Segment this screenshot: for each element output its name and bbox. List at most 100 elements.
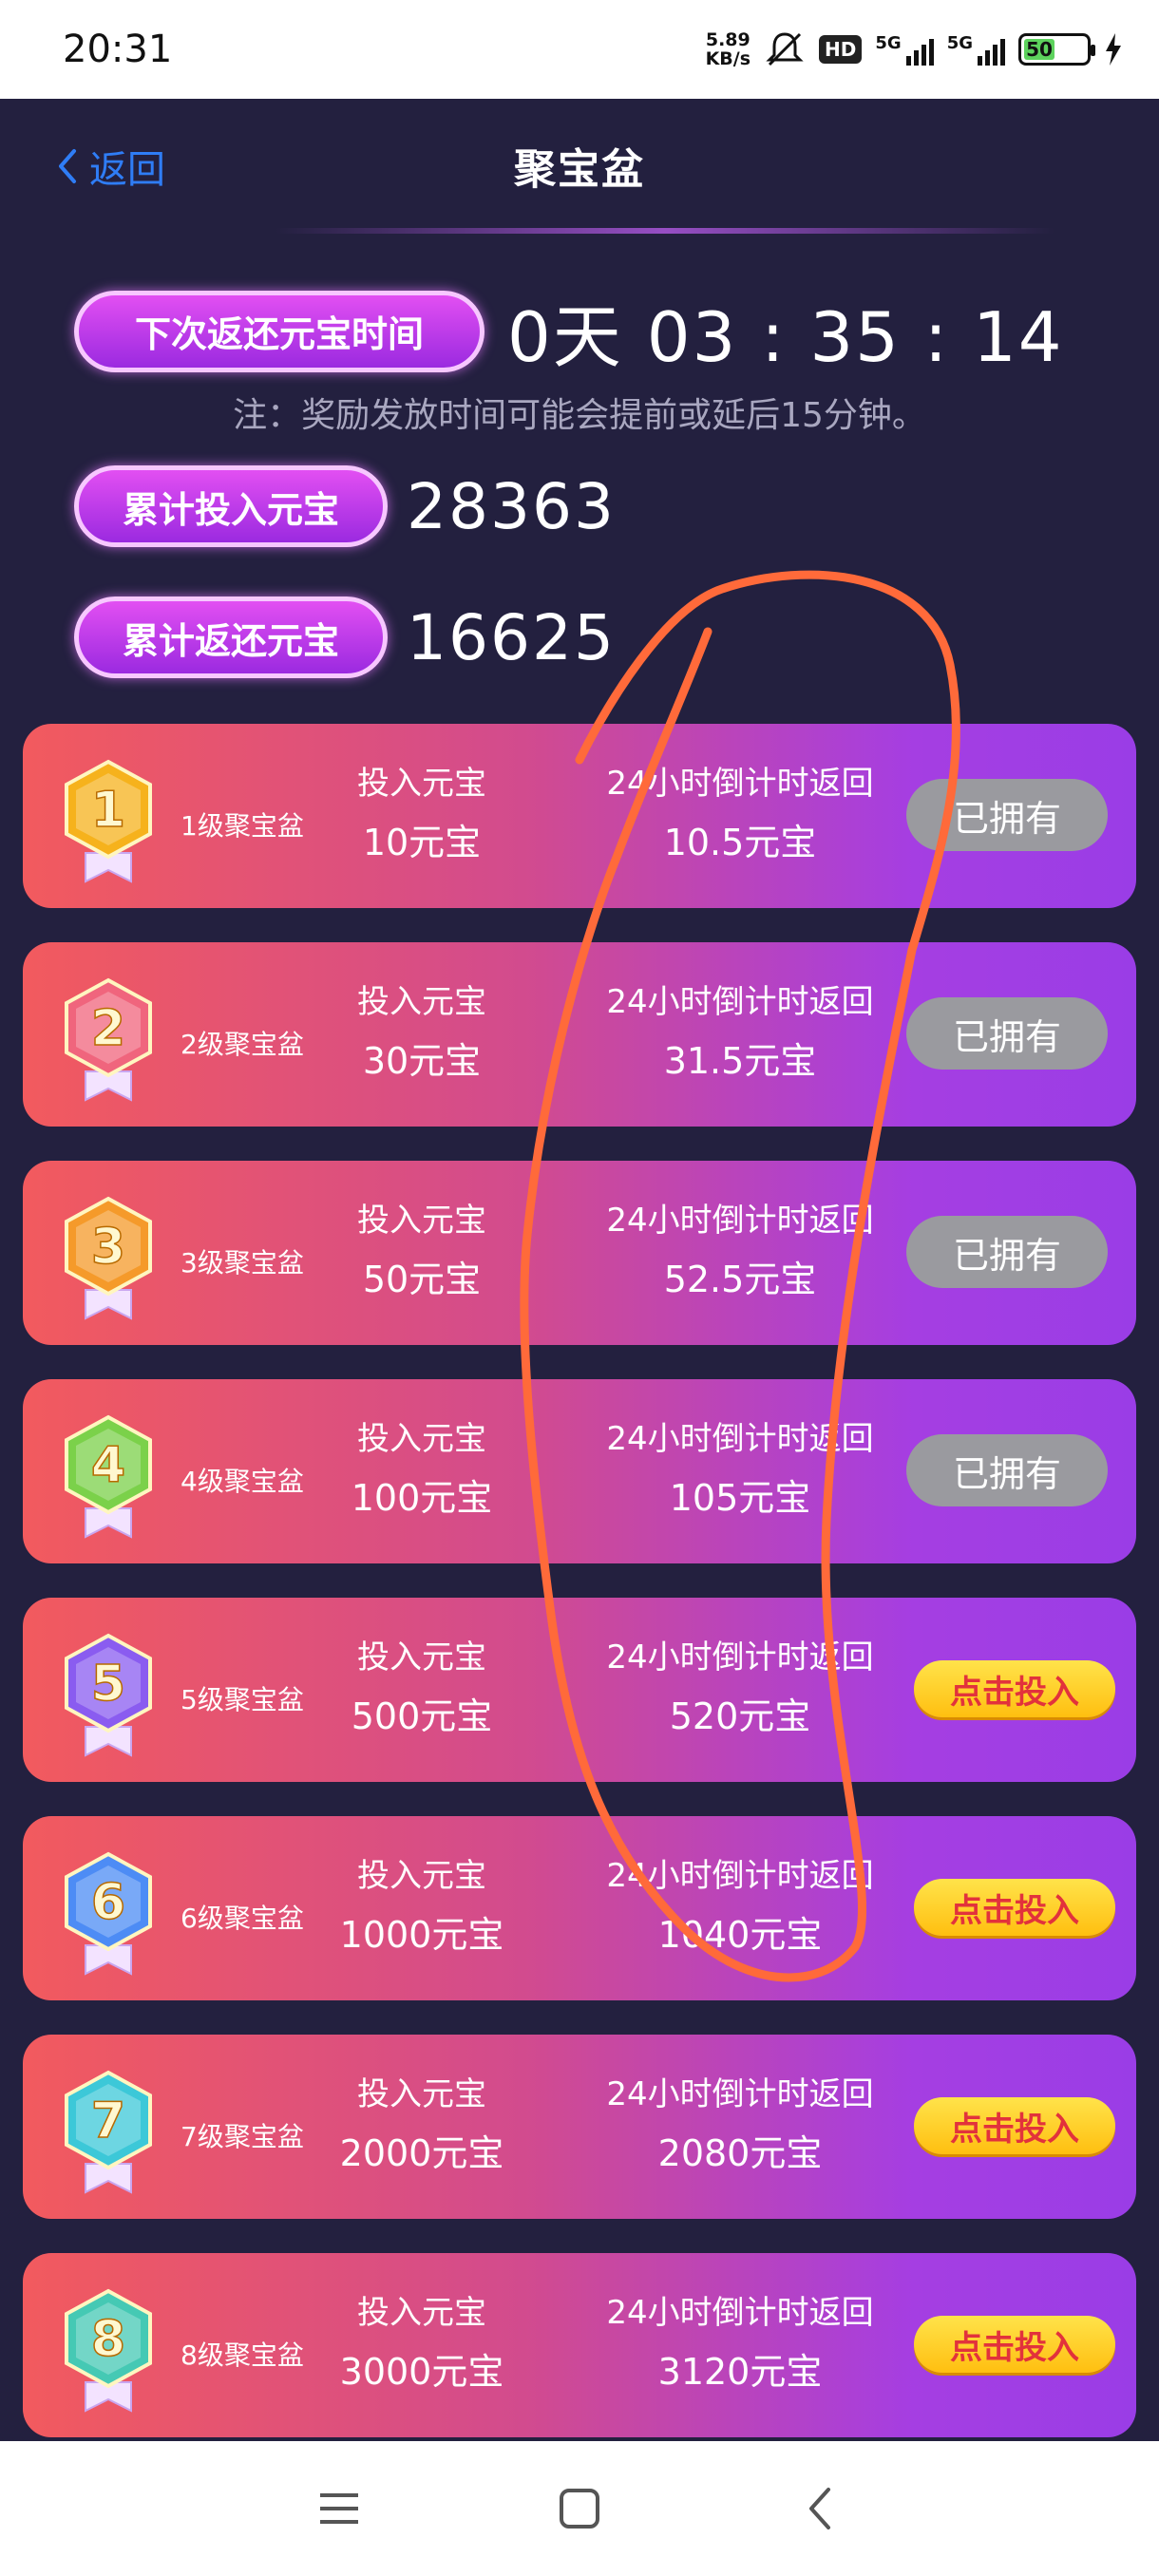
invest-column: 投入元宝 30元宝 [308, 980, 536, 1089]
return-label: 24小时倒计时返回 [606, 1202, 874, 1240]
owned-button: 已拥有 [906, 997, 1108, 1070]
level-badge-number: 3 [91, 1219, 125, 1276]
invest-column: 投入元宝 3000元宝 [308, 2291, 536, 2399]
invest-label: 投入元宝 [357, 2075, 486, 2113]
level-badge-icon: 4 [65, 1414, 152, 1539]
invest-column: 投入元宝 10元宝 [308, 762, 536, 870]
invest-button[interactable]: 点击投入 [914, 1879, 1115, 1936]
return-column: 24小时倒计时返回 31.5元宝 [560, 980, 921, 1089]
return-value: 2080元宝 [657, 2132, 823, 2174]
invest-button[interactable]: 点击投入 [914, 2097, 1115, 2154]
return-column: 24小时倒计时返回 10.5元宝 [560, 762, 921, 870]
invest-column: 投入元宝 2000元宝 [308, 2073, 536, 2181]
invest-label: 投入元宝 [357, 765, 486, 803]
status-bar: 20:31 5.89 KB/s HD 5G 5G 50 [0, 0, 1159, 99]
nav-back-button[interactable] [782, 2471, 858, 2547]
level-name: 8级聚宝盆 [180, 2339, 304, 2371]
invest-button[interactable]: 点击投入 [914, 2316, 1115, 2373]
invest-value: 10元宝 [362, 822, 482, 863]
return-label: 24小时倒计时返回 [606, 983, 874, 1021]
next-return-row: 下次返还元宝时间 0天 03 : 35 : 14 [74, 281, 1064, 381]
level-card: 7 7级聚宝盆 投入元宝 2000元宝 24小时倒计时返回 2080元宝 点击投… [23, 2035, 1136, 2219]
countdown-timer: 0天 03 : 35 : 14 [507, 297, 1064, 377]
invest-value: 3000元宝 [339, 2351, 504, 2393]
level-badge-icon: 6 [65, 1851, 152, 1976]
square-home-icon [559, 2489, 599, 2529]
invest-column: 投入元宝 1000元宝 [308, 1854, 536, 1962]
level-card: 2 2级聚宝盆 投入元宝 30元宝 24小时倒计时返回 31.5元宝 已拥有 [23, 942, 1136, 1127]
invest-button[interactable]: 点击投入 [914, 1660, 1115, 1717]
page-header: 返回 聚宝盆 [0, 99, 1159, 234]
level-name: 4级聚宝盆 [180, 1466, 304, 1497]
level-name: 7级聚宝盆 [180, 2121, 304, 2152]
total-invested-value: 28363 [407, 469, 616, 543]
owned-button: 已拥有 [906, 779, 1108, 851]
total-returned-row: 累计返还元宝 16625 [74, 597, 616, 678]
invest-column: 投入元宝 100元宝 [308, 1417, 536, 1525]
invest-label: 投入元宝 [357, 2294, 486, 2332]
level-name: 2级聚宝盆 [180, 1029, 304, 1060]
invest-value: 100元宝 [351, 1477, 493, 1519]
level-card: 8 8级聚宝盆 投入元宝 3000元宝 24小时倒计时返回 3120元宝 点击投… [23, 2253, 1136, 2437]
level-card: 3 3级聚宝盆 投入元宝 50元宝 24小时倒计时返回 52.5元宝 已拥有 [23, 1161, 1136, 1345]
timing-note: 注：奖励发放时间可能会提前或延后15分钟。 [233, 396, 926, 435]
level-card: 5 5级聚宝盆 投入元宝 500元宝 24小时倒计时返回 520元宝 点击投入 [23, 1598, 1136, 1782]
level-name: 6级聚宝盆 [180, 1903, 304, 1934]
level-badge-number: 7 [91, 2093, 125, 2150]
return-label: 24小时倒计时返回 [606, 1638, 874, 1676]
menu-icon [319, 2493, 358, 2524]
invest-label: 投入元宝 [357, 983, 486, 1021]
nav-home-button[interactable] [542, 2471, 618, 2547]
return-column: 24小时倒计时返回 2080元宝 [560, 2073, 921, 2181]
system-nav-bar [0, 2441, 1159, 2576]
level-badge-number: 8 [91, 2311, 125, 2368]
level-card: 1 1级聚宝盆 投入元宝 10元宝 24小时倒计时返回 10.5元宝 已拥有 [23, 724, 1136, 908]
invest-value: 30元宝 [362, 1040, 482, 1082]
header-divider [276, 228, 1054, 234]
nav-menu-button[interactable] [301, 2471, 377, 2547]
invest-value: 50元宝 [362, 1259, 482, 1300]
return-label: 24小时倒计时返回 [606, 765, 874, 803]
mute-bell-icon [766, 32, 804, 66]
status-icons: 5.89 KB/s HD 5G 5G 50 [706, 30, 1123, 68]
return-column: 24小时倒计时返回 520元宝 [560, 1636, 921, 1744]
signal-icon: 5G [947, 33, 1005, 66]
return-value: 3120元宝 [657, 2351, 823, 2393]
level-badge-icon: 8 [65, 2288, 152, 2413]
level-name: 3级聚宝盆 [180, 1247, 304, 1279]
level-badge-icon: 5 [65, 1633, 152, 1757]
total-returned-value: 16625 [407, 600, 616, 674]
invest-value: 2000元宝 [339, 2132, 504, 2174]
level-badge-icon: 1 [65, 759, 152, 883]
page-title: 聚宝盆 [514, 145, 645, 194]
level-name: 5级聚宝盆 [180, 1684, 304, 1715]
level-badge-icon: 3 [65, 1196, 152, 1320]
return-value: 1040元宝 [657, 1914, 823, 1956]
net-speed-value: 5.89 [705, 29, 750, 50]
net-speed: 5.89 KB/s [706, 30, 750, 68]
level-badge-number: 5 [91, 1656, 125, 1713]
level-badge-number: 4 [91, 1437, 125, 1494]
level-card: 6 6级聚宝盆 投入元宝 1000元宝 24小时倒计时返回 1040元宝 点击投… [23, 1816, 1136, 2000]
signal-icon: 5G [875, 33, 934, 66]
level-badge-number: 2 [91, 1000, 125, 1057]
return-value: 105元宝 [669, 1477, 811, 1519]
return-label: 24小时倒计时返回 [606, 1420, 874, 1458]
level-badge-icon: 7 [65, 2070, 152, 2194]
clock: 20:31 [63, 28, 173, 71]
return-label: 24小时倒计时返回 [606, 2075, 874, 2113]
level-badge-number: 6 [91, 1874, 125, 1931]
signal-label: 5G [875, 33, 902, 53]
return-value: 52.5元宝 [663, 1259, 817, 1300]
battery-icon: 50 [1018, 33, 1095, 66]
next-return-label: 下次返还元宝时间 [74, 290, 484, 372]
return-column: 24小时倒计时返回 105元宝 [560, 1417, 921, 1525]
battery-level: 50 [1024, 38, 1054, 61]
total-invested-row: 累计投入元宝 28363 [74, 465, 616, 547]
invest-label: 投入元宝 [357, 1202, 486, 1240]
return-value: 10.5元宝 [663, 822, 817, 863]
return-column: 24小时倒计时返回 1040元宝 [560, 1854, 921, 1962]
return-label: 24小时倒计时返回 [606, 1857, 874, 1895]
return-label: 24小时倒计时返回 [606, 2294, 874, 2332]
return-column: 24小时倒计时返回 3120元宝 [560, 2291, 921, 2399]
